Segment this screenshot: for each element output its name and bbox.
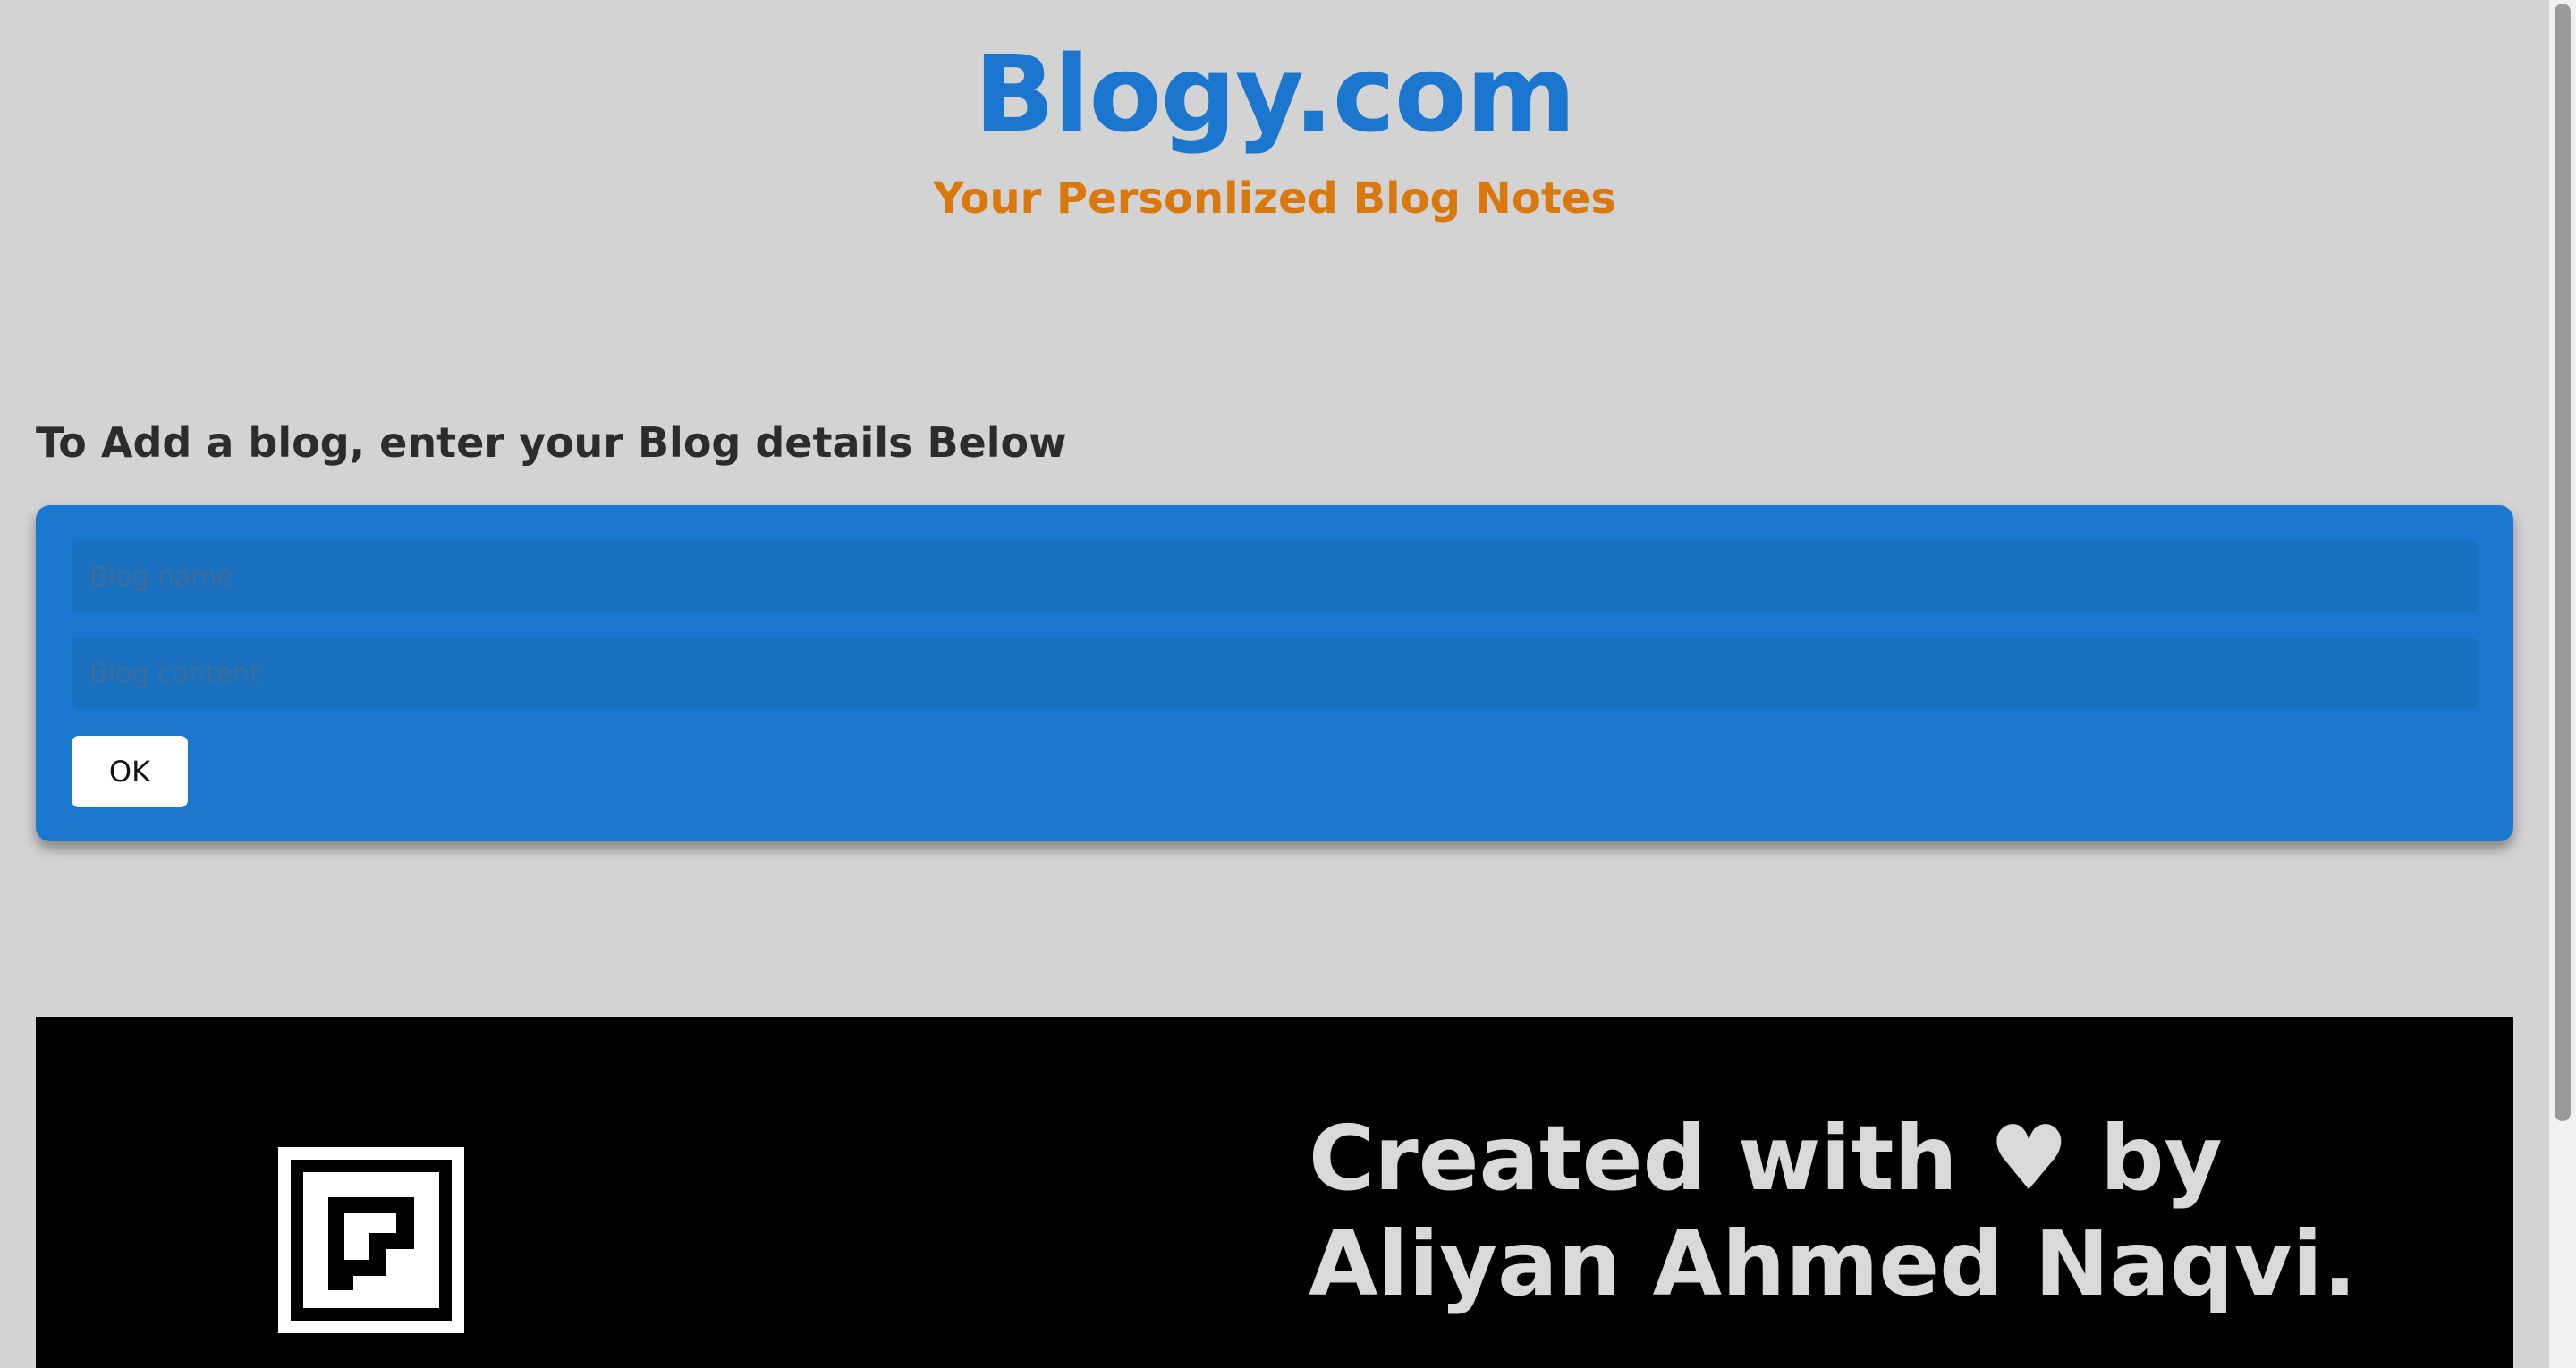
site-subtitle: Your Personlized Blog Notes bbox=[933, 173, 1616, 224]
add-blog-form: OK bbox=[36, 505, 2513, 841]
footer-credit-line2: Aliyan Ahmed Naqvi. bbox=[1309, 1212, 2357, 1316]
site-title: Blogy.com bbox=[974, 32, 1576, 156]
ok-button[interactable]: OK bbox=[72, 736, 188, 807]
page: Blogy.com Your Personlized Blog Notes To… bbox=[0, 0, 2576, 1368]
blog-content-input[interactable] bbox=[72, 638, 2478, 709]
add-blog-heading: To Add a blog, enter your Blog details B… bbox=[36, 418, 1067, 467]
footer: Created with ♥ by Aliyan Ahmed Naqvi. bbox=[36, 1017, 2513, 1368]
stairs-square-logo-icon bbox=[278, 1147, 464, 1333]
footer-credit: Created with ♥ by Aliyan Ahmed Naqvi. bbox=[1309, 1106, 2357, 1317]
scrollbar-thumb[interactable] bbox=[2555, 4, 2571, 1121]
vertical-scrollbar[interactable] bbox=[2549, 0, 2576, 1368]
footer-credit-line1: Created with ♥ by bbox=[1309, 1106, 2223, 1211]
blog-name-input[interactable] bbox=[72, 541, 2478, 612]
